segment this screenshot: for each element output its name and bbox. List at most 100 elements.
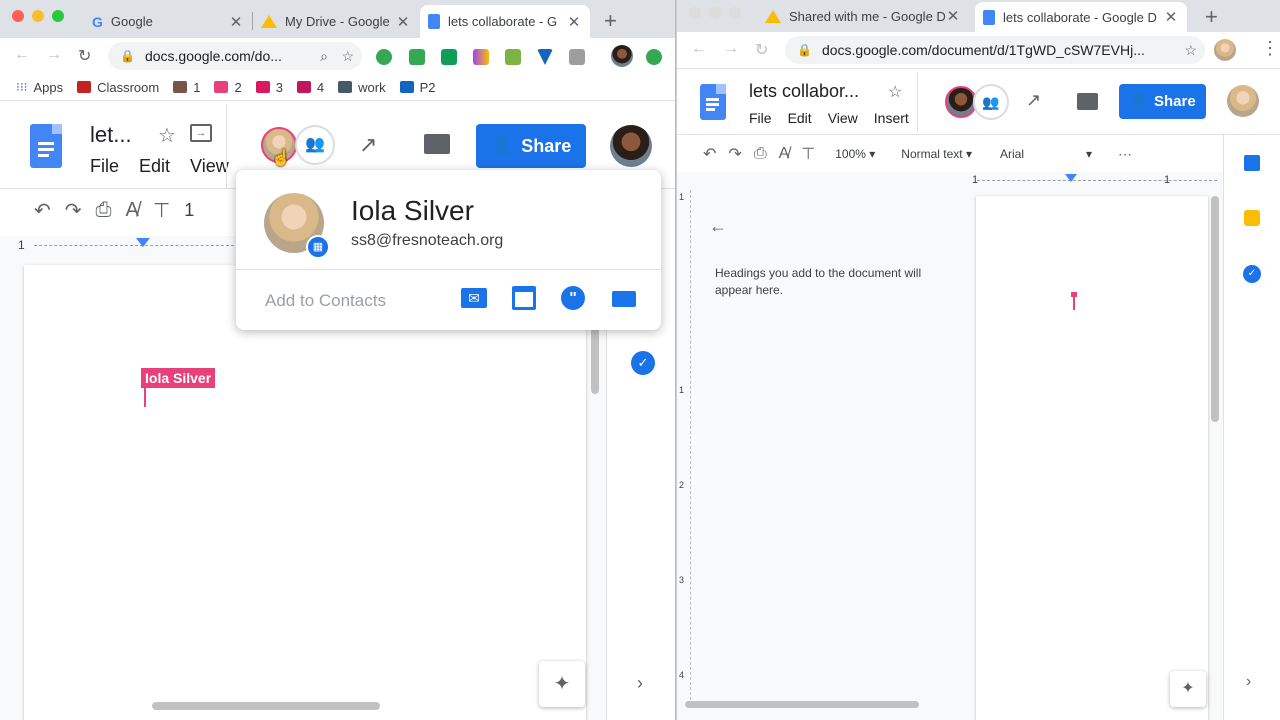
anonymous-viewers-icon[interactable]: 👥 [295, 125, 335, 165]
docs-home-icon[interactable] [30, 124, 62, 168]
calendar-icon[interactable] [512, 286, 536, 310]
close-tab-icon[interactable]: ✕ [228, 13, 244, 31]
spellcheck-icon[interactable]: A̸ [126, 199, 139, 222]
star-icon[interactable]: ☆ [341, 48, 354, 65]
zoom-select[interactable]: 100% ▾ [835, 147, 875, 161]
bookmark-apps[interactable]: ⁝⁝⁝ Apps [16, 80, 63, 95]
ruler-indent-marker[interactable] [1065, 174, 1077, 182]
address-bar[interactable]: 🔒 docs.google.com/do... ⌕ ☆ [108, 42, 362, 70]
document-page[interactable] [24, 265, 586, 720]
tab-lets-collaborate[interactable]: lets collaborate - G ✕ [420, 5, 590, 38]
outline-back-icon[interactable]: ← [709, 216, 727, 237]
more-menu-icon[interactable]: ⋮ [1261, 38, 1279, 59]
back-icon[interactable]: ← [14, 46, 30, 64]
tasks-icon[interactable]: ✓ [631, 351, 655, 375]
account-avatar[interactable] [1227, 85, 1259, 117]
bookmark-3[interactable]: 3 [255, 80, 283, 95]
maximize-window-button[interactable] [52, 10, 64, 22]
more-tools-icon[interactable]: ⋯ [1118, 146, 1132, 163]
extension-icon[interactable] [569, 49, 585, 65]
tasks-icon[interactable]: ✓ [1243, 265, 1261, 283]
chevron-right-icon[interactable]: › [637, 673, 643, 694]
redo-icon[interactable]: ↷ [728, 144, 741, 164]
bookmark-4[interactable]: 4 [296, 80, 324, 95]
ruler-indent-marker[interactable] [136, 238, 150, 247]
close-tab-icon[interactable]: ✕ [945, 7, 961, 25]
chat-quote-icon[interactable]: " [561, 286, 585, 310]
bookmark-p2[interactable]: P2 [399, 80, 436, 95]
video-call-icon[interactable] [612, 291, 636, 307]
extension-plus-icon[interactable] [376, 49, 392, 65]
menu-file[interactable]: File [90, 156, 119, 177]
reload-icon[interactable]: ↻ [78, 46, 91, 66]
document-title[interactable]: let... [90, 122, 132, 148]
paint-format-icon[interactable]: ⊤ [153, 198, 170, 223]
comment-history-icon[interactable] [424, 134, 450, 154]
redo-icon[interactable]: ↷ [65, 198, 82, 223]
tab-shared-with-me[interactable]: Shared with me - Google D ✕ [757, 0, 969, 32]
style-select[interactable]: Normal text ▾ [901, 147, 972, 161]
close-window-button[interactable] [689, 7, 701, 19]
document-title[interactable]: lets collabor... [749, 81, 859, 102]
explore-button[interactable]: ✦ [1170, 671, 1206, 707]
comment-history-icon[interactable] [1077, 93, 1098, 110]
explore-button[interactable]: ✦ [539, 661, 585, 707]
horizontal-scrollbar[interactable] [685, 701, 919, 708]
tab-my-drive[interactable]: My Drive - Google ✕ [253, 5, 419, 38]
tab-google[interactable]: G Google ✕ [84, 5, 252, 38]
zoom-icon[interactable]: ⌕ [320, 48, 328, 65]
chevron-right-icon[interactable]: › [1246, 673, 1251, 691]
vertical-scrollbar[interactable] [1211, 196, 1219, 422]
extension-icon[interactable] [409, 49, 425, 65]
address-bar[interactable]: 🔒 docs.google.com/document/d/1TgWD_cSW7E… [785, 36, 1205, 64]
add-to-contacts-button[interactable]: Add to Contacts [265, 291, 386, 311]
share-button[interactable]: 👤 Share [476, 124, 586, 168]
zoom-select[interactable]: 1 [184, 200, 194, 221]
menu-edit[interactable]: Edit [788, 110, 812, 126]
extension-icon[interactable] [473, 49, 489, 65]
maximize-window-button[interactable] [729, 7, 741, 19]
bookmark-1[interactable]: 1 [173, 80, 200, 95]
menu-edit[interactable]: Edit [139, 156, 170, 177]
activity-trend-icon[interactable]: ↗ [1026, 90, 1041, 111]
bookmark-classroom[interactable]: Classroom [77, 80, 159, 95]
anonymous-viewers-icon[interactable]: 👥 [973, 84, 1009, 120]
close-tab-icon[interactable]: ✕ [1163, 8, 1179, 26]
minimize-window-button[interactable] [709, 7, 721, 19]
email-icon[interactable]: ✉ [461, 288, 487, 308]
paint-format-icon[interactable]: ⊤ [801, 144, 815, 164]
keep-icon[interactable] [1244, 210, 1260, 226]
calendar-icon[interactable] [1244, 155, 1260, 171]
move-folder-icon[interactable]: → [190, 124, 212, 142]
star-icon[interactable]: ☆ [158, 123, 176, 148]
activity-trend-icon[interactable]: ↗ [359, 132, 377, 158]
minimize-window-button[interactable] [32, 10, 44, 22]
star-icon[interactable]: ☆ [1184, 42, 1197, 59]
font-select[interactable]: Arial ▾ [1000, 147, 1092, 161]
reload-icon[interactable]: ↻ [755, 40, 768, 60]
close-tab-icon[interactable]: ✕ [566, 13, 582, 31]
back-icon[interactable]: ← [691, 40, 707, 58]
bookmark-2[interactable]: 2 [214, 80, 242, 95]
extension-icon[interactable] [441, 49, 457, 65]
account-avatar[interactable] [610, 125, 652, 167]
spellcheck-icon[interactable]: A̸ [779, 145, 790, 163]
print-icon[interactable]: ⎙ [754, 145, 767, 163]
close-window-button[interactable] [12, 10, 24, 22]
update-icon[interactable] [646, 49, 662, 65]
menu-view[interactable]: View [190, 156, 229, 177]
undo-icon[interactable]: ↶ [34, 198, 51, 223]
profile-avatar[interactable] [1214, 39, 1236, 61]
new-tab-button[interactable]: + [604, 8, 617, 34]
document-page[interactable] [976, 196, 1208, 720]
horizontal-scrollbar[interactable] [152, 702, 380, 710]
star-icon[interactable]: ☆ [888, 82, 902, 102]
undo-icon[interactable]: ↶ [703, 144, 716, 164]
forward-icon[interactable]: → [46, 46, 62, 64]
share-button[interactable]: 👤 Share [1119, 84, 1206, 119]
print-icon[interactable]: ⎙ [96, 199, 112, 222]
extension-icon[interactable] [537, 49, 553, 65]
docs-home-icon[interactable] [700, 84, 726, 120]
forward-icon[interactable]: → [723, 40, 739, 58]
menu-file[interactable]: File [749, 110, 772, 126]
